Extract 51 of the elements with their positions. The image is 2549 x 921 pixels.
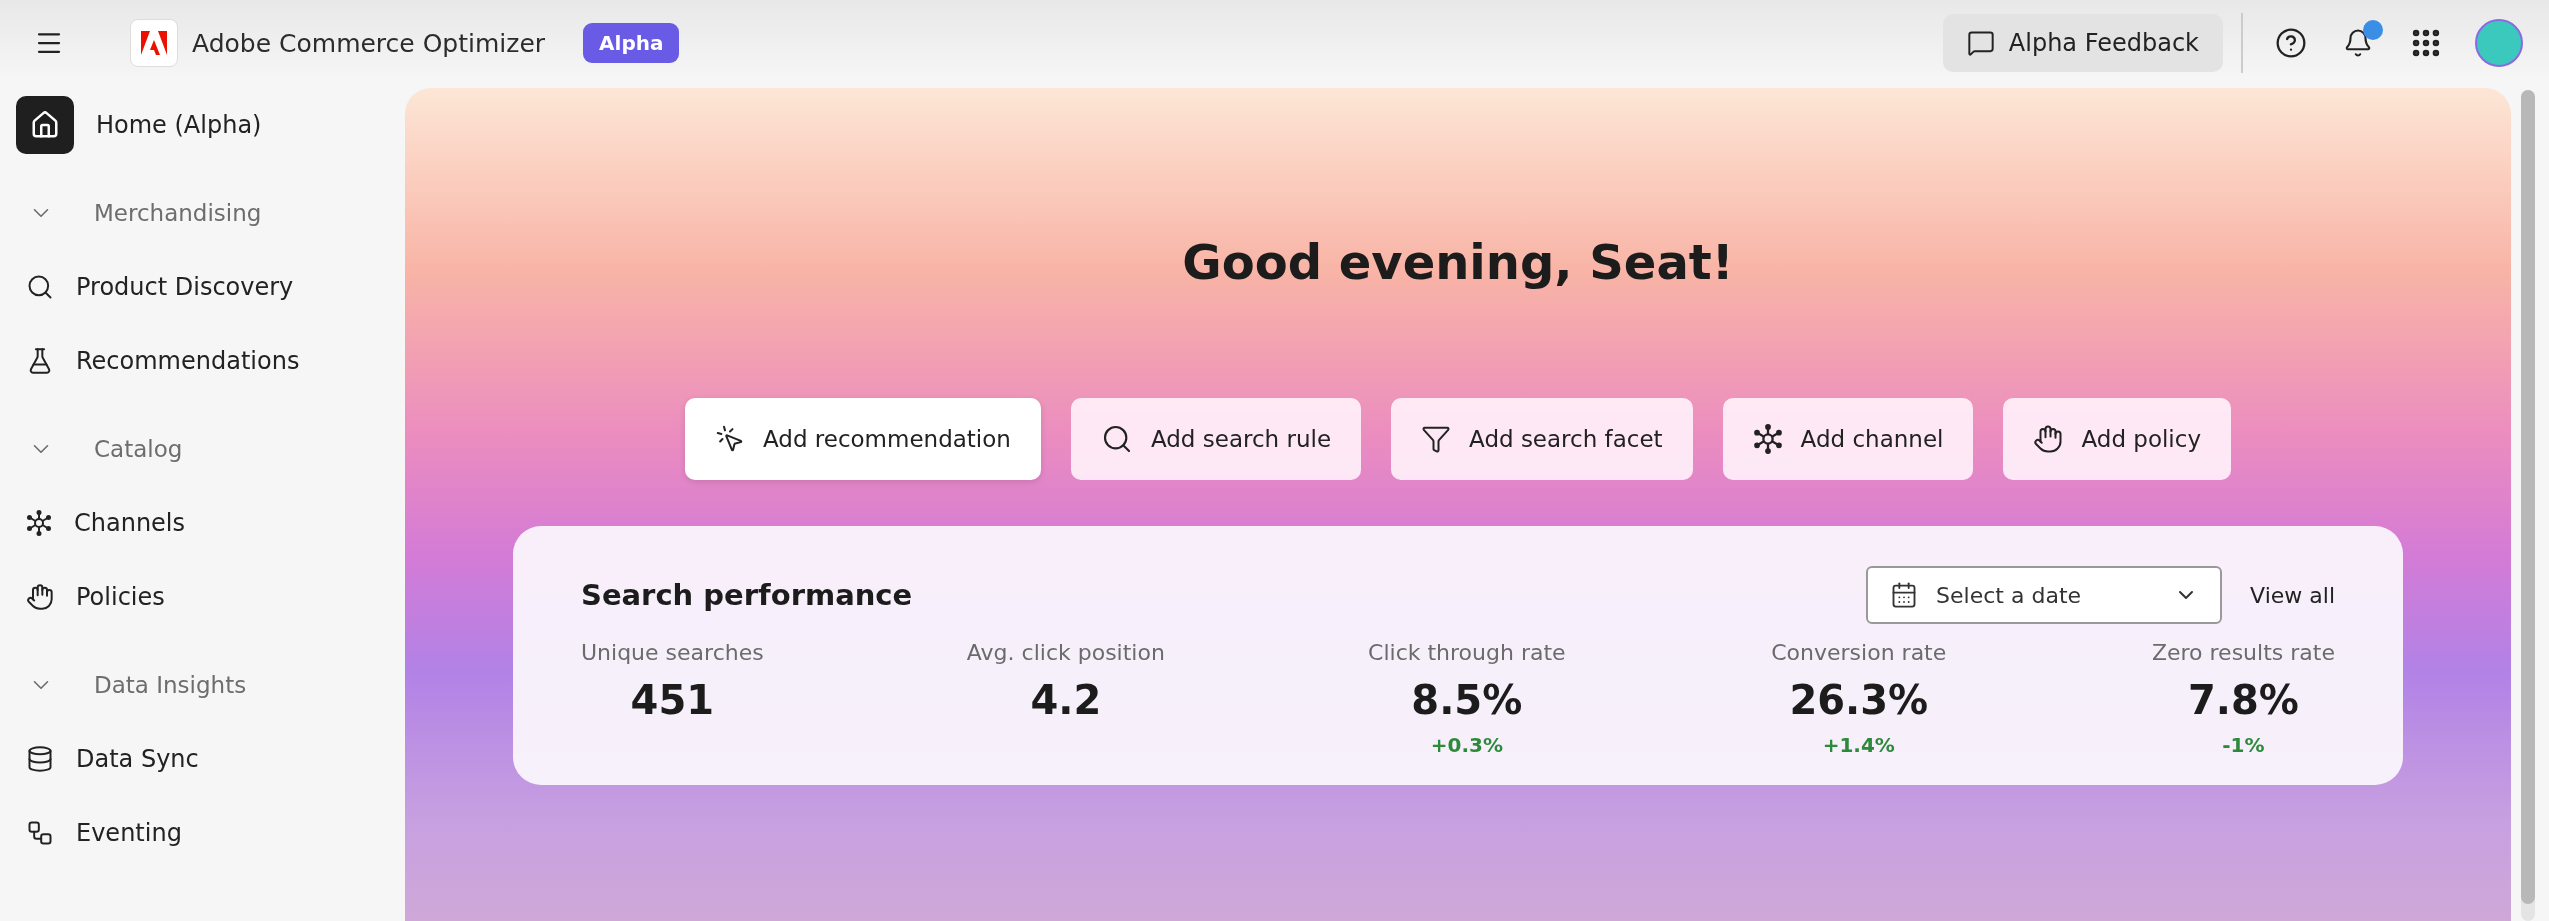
hub-icon: [26, 510, 52, 536]
metric-label: Click through rate: [1368, 640, 1566, 665]
hub-icon: [1752, 424, 1783, 454]
metric-change: +1.4%: [1822, 733, 1895, 759]
funnel-icon: [1421, 424, 1452, 454]
database-icon: [26, 745, 54, 773]
workflow-icon: [26, 819, 54, 847]
logo-icon: [141, 31, 167, 55]
bell-icon: [2343, 28, 2373, 58]
nav-item[interactable]: Home (Alpha): [0, 88, 405, 162]
action-button[interactable]: Add search facet: [1391, 398, 1693, 480]
action-button[interactable]: Add policy: [2003, 398, 2232, 480]
feedback-button[interactable]: Alpha Feedback: [1942, 14, 2223, 72]
metric-change: -1%: [2222, 733, 2265, 759]
metric-value: 8.5%: [1411, 677, 1523, 723]
view-all-link[interactable]: View all: [2250, 582, 2335, 608]
metric-value: 26.3%: [1789, 677, 1929, 723]
product-name: Adobe Commerce Optimizer: [192, 28, 546, 58]
hand-icon: [26, 583, 54, 611]
card-title: Search performance: [581, 578, 914, 612]
home-icon: [16, 96, 74, 154]
help-icon: [2275, 27, 2307, 59]
nav-item[interactable]: Data Sync: [0, 722, 405, 796]
date-picker[interactable]: Select a date: [1866, 566, 2223, 624]
section-header[interactable]: Merchandising: [0, 176, 405, 250]
metric-label: Zero results rate: [2151, 640, 2335, 665]
scrollbar[interactable]: [2521, 90, 2535, 921]
section-header[interactable]: Catalog: [0, 412, 405, 486]
metric-label: Avg. click position: [966, 640, 1165, 665]
metric-value: 451: [630, 677, 715, 723]
action-button[interactable]: Add channel: [1722, 398, 1974, 480]
nav-item[interactable]: Recommendations: [0, 324, 405, 398]
metric-label: Unique searches: [581, 640, 764, 665]
feedback-icon: [1966, 29, 1995, 57]
action-button[interactable]: Add recommendation: [684, 398, 1041, 480]
section-header[interactable]: Data Insights: [0, 648, 405, 722]
hand-icon: [2033, 424, 2064, 454]
greeting: Good evening, Seat!: [1182, 234, 1734, 290]
nav-item[interactable]: Eventing: [0, 796, 405, 870]
nav-item[interactable]: Channels: [0, 486, 405, 560]
avatar[interactable]: [2475, 19, 2523, 67]
pointer-click-icon: [714, 424, 745, 454]
nav-item[interactable]: Policies: [0, 560, 405, 634]
metric-label: Conversion rate: [1771, 640, 1947, 665]
nav-item[interactable]: Product Discovery: [0, 250, 405, 324]
metric-change: +0.3%: [1430, 733, 1503, 759]
metric-value: 7.8%: [2187, 677, 2299, 723]
action-button[interactable]: Add search rule: [1070, 398, 1362, 480]
metric-value: 4.2: [1030, 677, 1102, 723]
alpha-badge: Alpha: [583, 23, 680, 63]
search-icon: [26, 273, 54, 301]
